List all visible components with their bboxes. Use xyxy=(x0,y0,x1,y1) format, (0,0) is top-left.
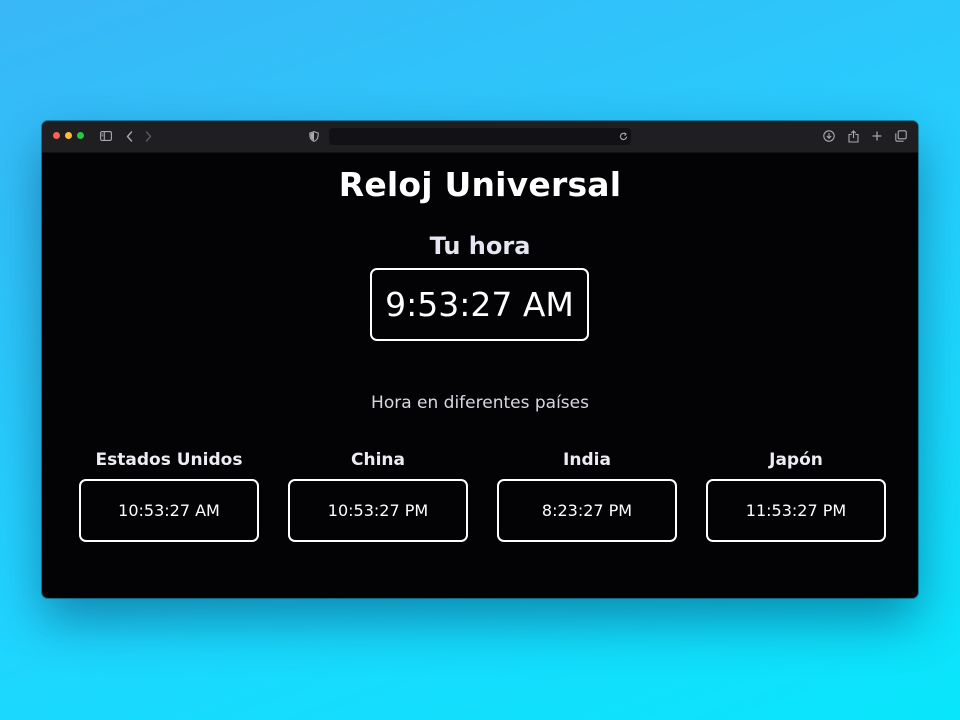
your-time-label: Tu hora xyxy=(429,232,531,260)
chevron-right-icon[interactable] xyxy=(143,127,153,145)
chevron-left-icon[interactable] xyxy=(124,127,134,145)
country-name: China xyxy=(351,450,405,470)
browser-toolbar xyxy=(42,121,918,153)
tabs-overview-icon[interactable] xyxy=(894,127,908,145)
country-clock: 10:53:27 PM xyxy=(288,479,468,542)
country-clock: 11:53:27 PM xyxy=(706,479,886,542)
reload-icon[interactable] xyxy=(617,128,629,145)
close-window-button[interactable] xyxy=(53,132,60,139)
download-icon[interactable] xyxy=(822,127,836,145)
minimize-window-button[interactable] xyxy=(65,132,72,139)
country-name: Estados Unidos xyxy=(95,450,243,470)
country-name: India xyxy=(563,450,611,470)
your-time-clock: 9:53:27 AM xyxy=(370,268,589,341)
your-time-value: 9:53:27 AM xyxy=(385,285,574,324)
country-card: Japón 11:53:27 PM xyxy=(706,449,886,542)
address-bar[interactable] xyxy=(329,128,631,145)
maximize-window-button[interactable] xyxy=(77,132,84,139)
country-clock: 10:53:27 AM xyxy=(79,479,259,542)
country-time: 10:53:27 AM xyxy=(118,501,220,520)
country-card: India 8:23:27 PM xyxy=(497,449,677,542)
page-title: Reloj Universal xyxy=(338,165,622,204)
country-time: 8:23:27 PM xyxy=(541,501,633,520)
sidebar-icon[interactable] xyxy=(99,127,113,145)
shield-icon[interactable] xyxy=(308,127,320,145)
page-content: Reloj Universal Tu hora 9:53:27 AM Hora … xyxy=(42,153,918,598)
country-time: 11:53:27 PM xyxy=(745,501,847,520)
browser-window: Reloj Universal Tu hora 9:53:27 AM Hora … xyxy=(42,121,918,598)
countries-subtitle: Hora en diferentes países xyxy=(371,393,589,413)
country-time: 10:53:27 PM xyxy=(327,501,429,520)
plus-icon[interactable] xyxy=(870,127,884,145)
share-icon[interactable] xyxy=(846,127,860,145)
country-clock: 8:23:27 PM xyxy=(497,479,677,542)
country-name: Japón xyxy=(769,450,823,470)
country-card: China 10:53:27 PM xyxy=(288,449,468,542)
country-card: Estados Unidos 10:53:27 AM xyxy=(79,449,259,542)
